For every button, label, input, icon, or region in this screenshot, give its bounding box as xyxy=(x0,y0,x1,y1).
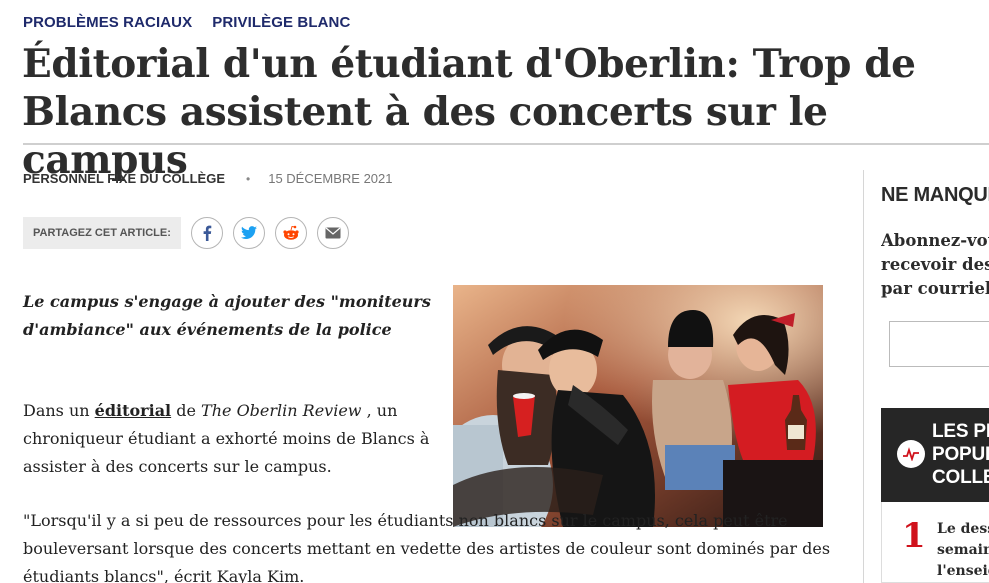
title-divider xyxy=(23,143,989,145)
popular-title: LES PLUS POPULAIRES COLLEGE xyxy=(932,420,989,489)
reddit-icon xyxy=(283,225,299,240)
article-photo xyxy=(453,285,823,527)
popular-item-line: semaine xyxy=(937,542,989,558)
paragraph-text: Dans un xyxy=(23,401,95,420)
share-bar: PARTAGEZ CET ARTICLE: xyxy=(23,217,349,249)
email-icon xyxy=(325,227,341,239)
paragraph-text: de xyxy=(171,401,202,420)
newsletter-line: recevoir des xyxy=(881,255,989,274)
editorial-link[interactable]: éditorial xyxy=(95,401,171,420)
popular-item-line: l'enseignant xyxy=(937,563,989,579)
article-paragraph-1: Dans un éditorial de The Oberlin Review … xyxy=(23,397,448,481)
twitter-share-button[interactable] xyxy=(233,217,265,249)
popular-title-line: POPULAIRES xyxy=(932,444,989,465)
newsletter-line: par courriel xyxy=(881,279,989,298)
category-tags: PROBLÈMES RACIAUX PRIVILÈGE BLANC xyxy=(23,14,350,31)
popular-item[interactable]: 1 Le dessin semaine l'enseignant xyxy=(881,502,989,583)
byline-separator: • xyxy=(246,171,251,186)
email-share-button[interactable] xyxy=(317,217,349,249)
popular-title-line: LES PLUS xyxy=(932,421,989,442)
trending-icon xyxy=(897,440,925,468)
share-label: PARTAGEZ CET ARTICLE: xyxy=(23,217,181,249)
author-link[interactable]: PERSONNEL FIXE DU COLLÈGE xyxy=(23,171,225,186)
publication-name: The Oberlin Review xyxy=(201,401,362,420)
facebook-icon xyxy=(203,225,212,241)
tag-link[interactable]: PRIVILÈGE BLANC xyxy=(212,14,350,31)
email-field[interactable] xyxy=(889,321,989,367)
article-paragraph-2: "Lorsqu'il y a si peu de ressources pour… xyxy=(23,511,831,583)
article-lede: Le campus s'engage à ajouter des "monite… xyxy=(23,292,431,339)
popular-item-line: Le dessin xyxy=(937,521,989,537)
newsletter-description: Abonnez-vous recevoir des par courriel xyxy=(881,229,989,301)
popular-item-title[interactable]: Le dessin semaine l'enseignant xyxy=(937,519,989,582)
party-photo-illustration xyxy=(453,285,823,527)
popular-header: LES PLUS POPULAIRES COLLEGE xyxy=(881,408,989,502)
sidebar: NE MANQUEZ Abonnez-vous recevoir des par… xyxy=(881,170,989,583)
reddit-share-button[interactable] xyxy=(275,217,307,249)
newsletter-heading: NE MANQUEZ xyxy=(881,184,989,206)
byline: PERSONNEL FIXE DU COLLÈGE • 15 DÉCEMBRE … xyxy=(23,171,393,186)
tag-link[interactable]: PROBLÈMES RACIAUX xyxy=(23,14,192,31)
article-title: Éditorial d'un étudiant d'Oberlin: Trop … xyxy=(22,41,916,183)
newsletter-line: Abonnez-vous xyxy=(881,231,989,250)
twitter-icon xyxy=(241,226,257,239)
publish-date: 15 DÉCEMBRE 2021 xyxy=(268,171,393,186)
popular-title-line: COLLEGE xyxy=(932,467,989,488)
sidebar-divider xyxy=(863,170,864,583)
popular-rank: 1 xyxy=(902,516,926,556)
facebook-share-button[interactable] xyxy=(191,217,223,249)
